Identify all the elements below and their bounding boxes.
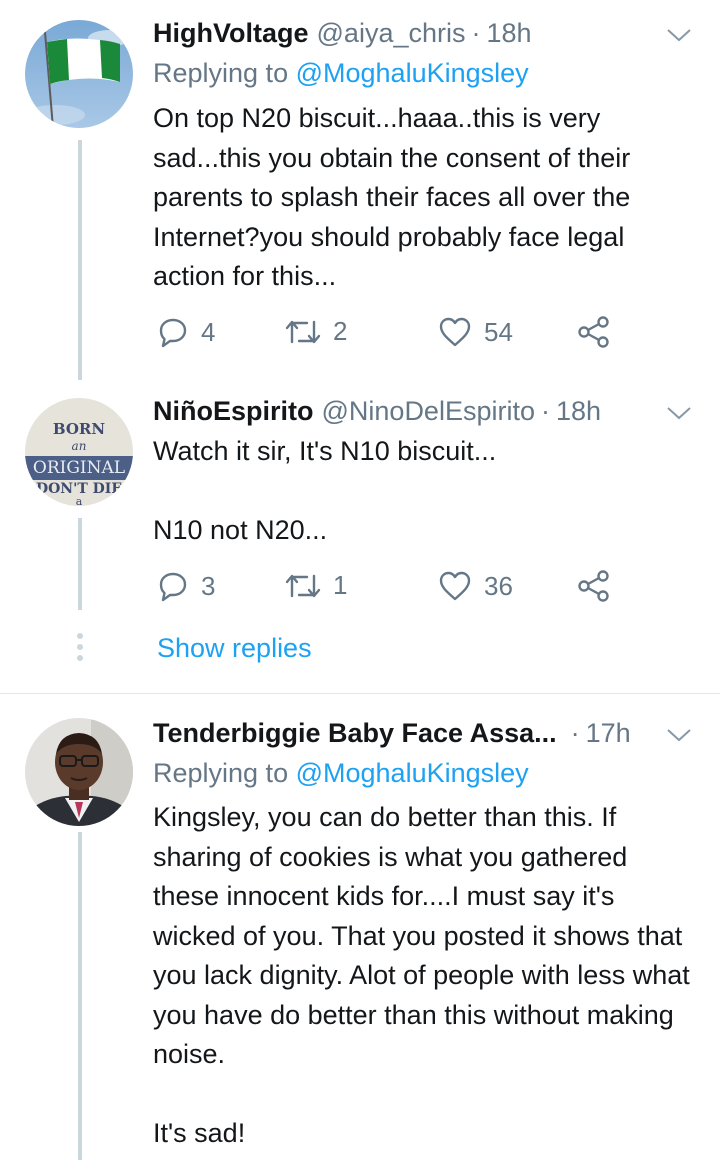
thread-line xyxy=(78,518,82,610)
tweet-text: Watch it sir, It's N10 biscuit... N10 no… xyxy=(153,436,497,545)
retweet-count: 2 xyxy=(333,316,348,346)
replying-prefix: Replying to xyxy=(153,758,289,788)
mention-link[interactable]: @MoghaluKingsley xyxy=(296,58,529,88)
replying-prefix: Replying to xyxy=(153,58,289,88)
timestamp[interactable]: 18h xyxy=(556,396,601,427)
reply-button[interactable]: 4 xyxy=(157,316,215,348)
tweet-ninoespirito[interactable]: BORN an ORIGINAL DON'T DIE a NiñoEspirit… xyxy=(0,380,720,693)
like-count: 36 xyxy=(484,570,513,601)
retweet-button[interactable]: 2 xyxy=(285,316,347,347)
retweet-icon xyxy=(285,320,321,343)
heart-icon xyxy=(439,317,471,347)
heart-icon xyxy=(439,571,471,601)
share-icon xyxy=(578,570,609,602)
tweet-header: HighVoltage @aiya_chris · 18h xyxy=(153,15,532,51)
display-name[interactable]: HighVoltage xyxy=(153,18,309,49)
like-button[interactable]: 54 xyxy=(438,316,513,348)
separator-dot: · xyxy=(570,717,580,748)
avatar-born-original[interactable]: BORN an ORIGINAL DON'T DIE a xyxy=(25,398,133,506)
replying-to: Replying to @MoghaluKingsley xyxy=(153,58,529,89)
like-button[interactable]: 36 xyxy=(438,570,513,602)
user-handle[interactable]: @NinoDelEspirito xyxy=(322,396,535,427)
reply-count: 4 xyxy=(201,316,216,347)
display-name[interactable]: Tenderbiggie Baby Face Assa... xyxy=(153,718,557,749)
like-count: 54 xyxy=(484,316,513,347)
avatar-text-an: an xyxy=(72,439,87,453)
avatar-text-a: a xyxy=(76,495,83,506)
replying-to: Replying to @MoghaluKingsley xyxy=(153,758,529,789)
tweet-actions: 4 2 54 xyxy=(157,316,637,350)
tweet-highvoltage[interactable]: HighVoltage @aiya_chris · 18h Replying t… xyxy=(0,0,720,380)
share-button[interactable] xyxy=(577,316,611,348)
tweet-tenderbiggie[interactable]: Tenderbiggie Baby Face Assa... · 17h Rep… xyxy=(0,694,720,1160)
thread-dots xyxy=(76,633,84,666)
show-replies-link[interactable]: Show replies xyxy=(157,633,312,664)
reply-icon xyxy=(159,318,187,348)
tweet-header: NiñoEspirito @NinoDelEspirito · 18h xyxy=(153,393,601,429)
tweet-header: Tenderbiggie Baby Face Assa... · 17h xyxy=(153,715,631,751)
display-name[interactable]: NiñoEspirito xyxy=(153,396,314,427)
user-handle[interactable]: @aiya_chris xyxy=(317,18,466,49)
chevron-down-icon[interactable] xyxy=(666,727,692,743)
tweet-actions: 3 1 36 xyxy=(157,570,637,604)
share-button[interactable] xyxy=(577,570,611,602)
avatar-text-born: BORN xyxy=(53,420,105,438)
chevron-down-icon[interactable] xyxy=(666,405,692,421)
share-icon xyxy=(578,316,609,348)
retweet-icon xyxy=(285,574,321,597)
chevron-down-icon[interactable] xyxy=(666,27,692,43)
tweet-text: On top N20 biscuit...haaa..this is very … xyxy=(153,103,631,291)
reply-button[interactable]: 3 xyxy=(157,570,215,602)
thread-line xyxy=(78,140,82,380)
retweet-count: 1 xyxy=(333,570,348,600)
thread-line xyxy=(78,832,82,1160)
avatar-text-original: ORIGINAL xyxy=(33,458,125,478)
tweet-text: Kingsley, you can do better than this. I… xyxy=(153,802,690,1148)
separator-dot: · xyxy=(471,17,481,48)
reply-count: 3 xyxy=(201,570,216,601)
reply-icon xyxy=(159,572,187,602)
separator-dot: · xyxy=(540,395,550,426)
retweet-button[interactable]: 1 xyxy=(285,570,347,601)
avatar-nigeria-flag[interactable] xyxy=(25,20,133,128)
timestamp[interactable]: 18h xyxy=(486,18,531,49)
mention-link[interactable]: @MoghaluKingsley xyxy=(296,758,529,788)
timestamp[interactable]: 17h xyxy=(586,718,631,749)
avatar-man-with-glasses[interactable] xyxy=(25,718,133,826)
